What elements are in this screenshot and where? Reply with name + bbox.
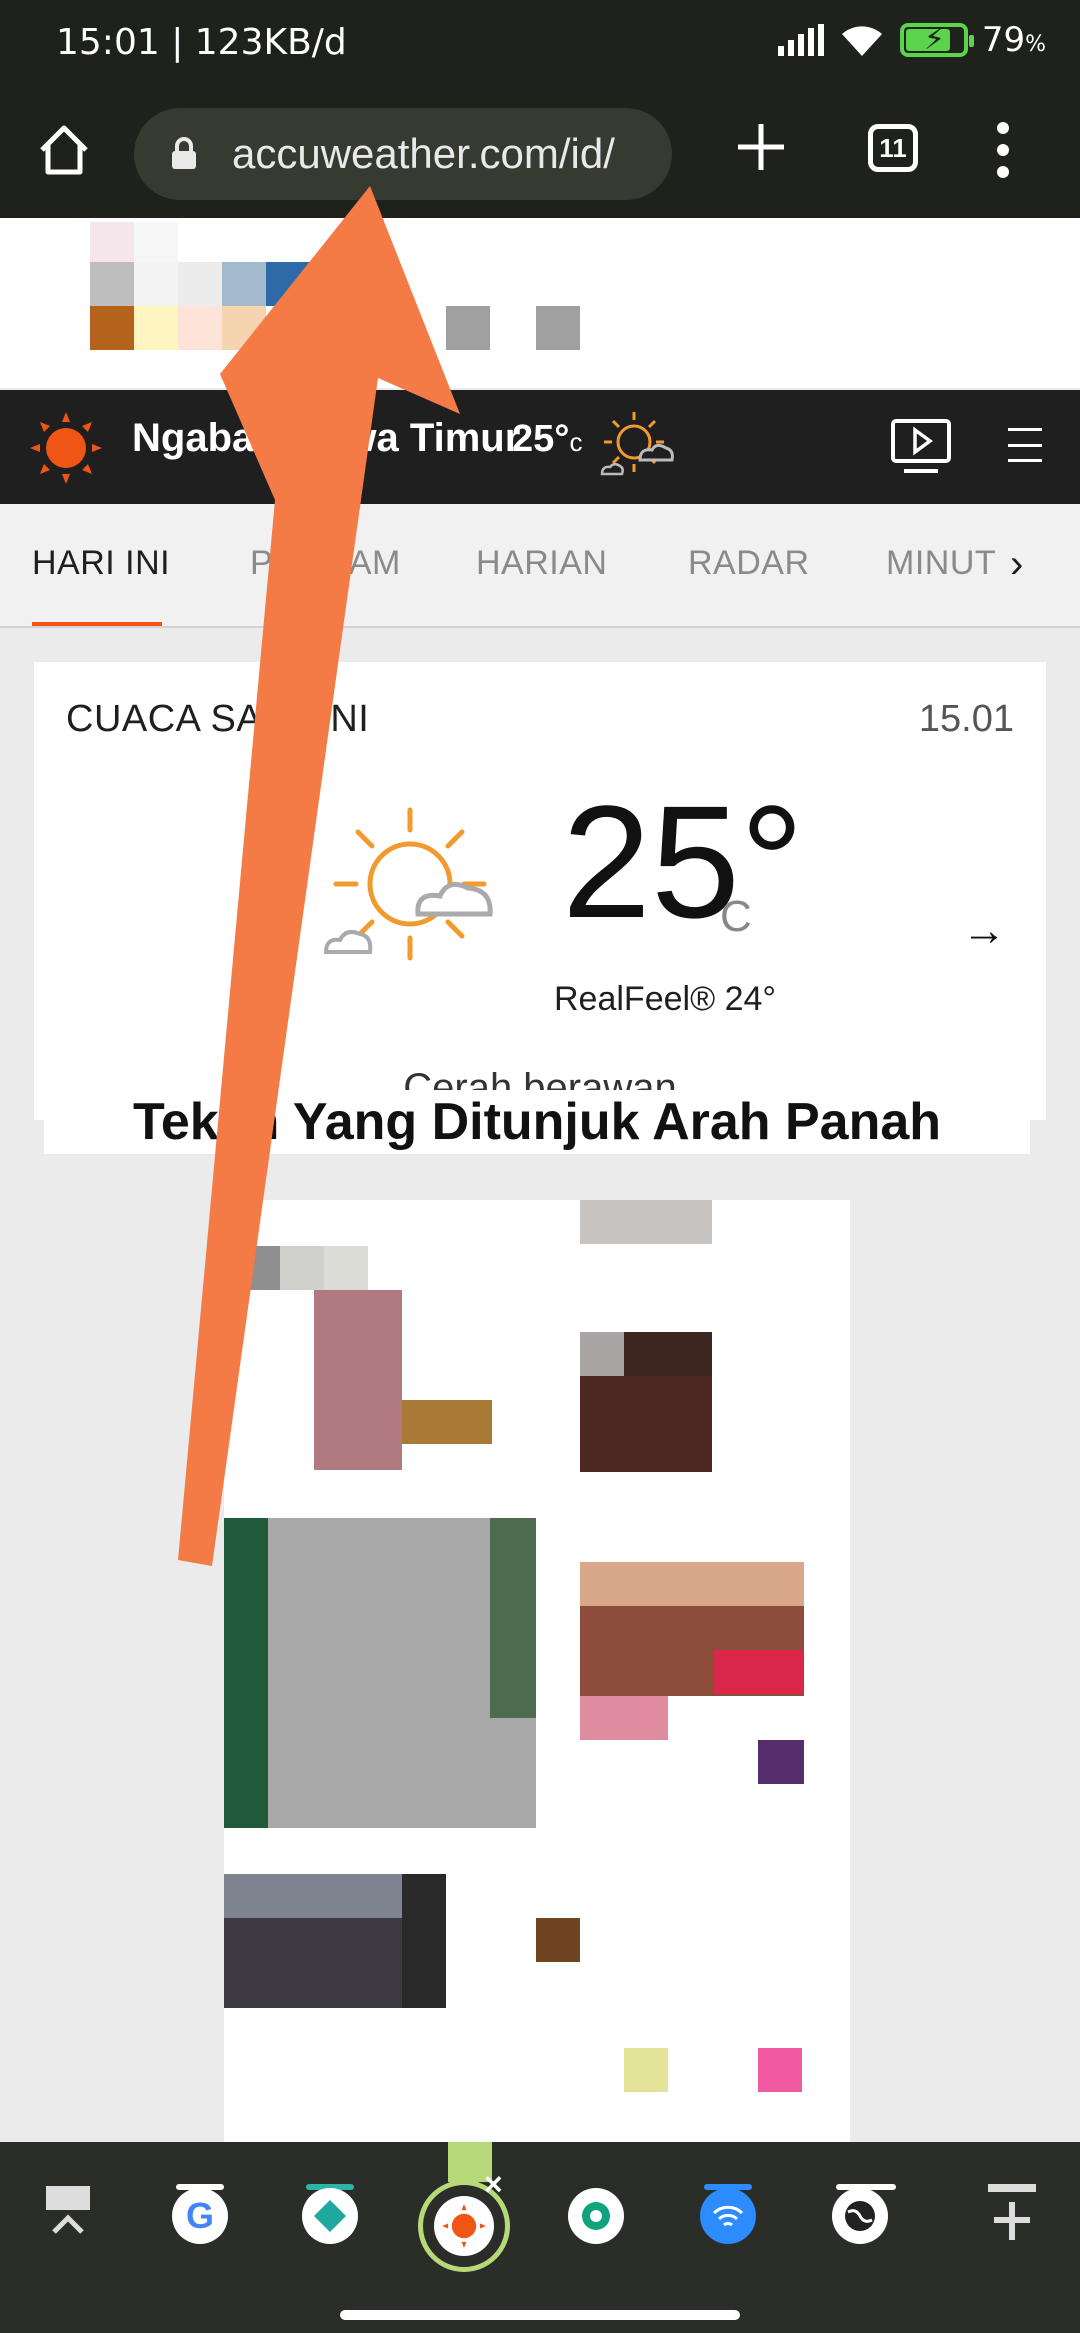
chatgpt-icon[interactable]	[568, 2188, 624, 2244]
ad-banner[interactable]	[0, 218, 1080, 388]
collapse-icon[interactable]	[38, 2182, 98, 2242]
address-bar[interactable]: accuweather.com/id/	[134, 108, 672, 200]
lock-icon	[172, 137, 196, 169]
instruction-caption: Tekan Yang Ditunjuk Arah Panah	[44, 1090, 1030, 1154]
battery-percent: 79	[981, 20, 1026, 60]
status-icons: ⚡ 79%	[777, 20, 1046, 60]
wifi-icon	[841, 26, 882, 56]
new-tab-icon[interactable]	[730, 116, 792, 178]
tab-hari-ini[interactable]: HARI INI	[32, 544, 170, 583]
forecast-tabs: HARI INI PER JAM HARIAN RADAR MINUTECAST…	[0, 504, 1080, 628]
app-diamond-icon[interactable]	[302, 2188, 358, 2244]
site-header: Ngabab, Jawa Timur 25°c	[0, 390, 1080, 504]
location-name[interactable]: Ngabab, Jawa Timur	[132, 416, 520, 461]
tab-minutecast[interactable]: MINUTECAST	[886, 544, 998, 583]
battery-icon: ⚡	[899, 23, 974, 57]
home-icon[interactable]	[36, 122, 92, 178]
wifi-app-icon[interactable]	[700, 2188, 756, 2244]
temp-unit: C	[720, 892, 752, 941]
realfeel: RealFeel® 24°	[554, 980, 776, 1019]
gesture-bar[interactable]	[340, 2310, 740, 2320]
url-text: accuweather.com/id/	[232, 130, 615, 177]
ad-content-grid[interactable]	[224, 1200, 850, 2146]
add-icon[interactable]	[982, 2182, 1042, 2244]
tab-per-jam[interactable]: PER JAM	[250, 544, 401, 583]
chevron-right-icon[interactable]: ›	[1010, 542, 1023, 587]
floating-taskbar: G ×	[0, 2142, 1080, 2333]
card-time: 15.01	[918, 698, 1014, 740]
arrow-right-icon[interactable]: →	[962, 906, 1006, 956]
status-time: 15:01 | 123KB/d	[56, 22, 347, 63]
video-icon[interactable]	[890, 418, 952, 474]
menu-icon[interactable]	[1008, 428, 1042, 462]
browser-toolbar: accuweather.com/id/ 11	[0, 84, 1080, 218]
browser-app-icon[interactable]	[832, 2188, 888, 2244]
tab-switcher-button[interactable]: 11	[868, 124, 918, 172]
status-bar: 15:01 | 123KB/d ⚡ 79%	[0, 0, 1080, 84]
realfeel-label: RealFeel®	[554, 980, 716, 1018]
realfeel-value: 24°	[724, 980, 776, 1018]
card-title: CUACA SAAT INI	[66, 698, 370, 740]
close-icon[interactable]: ×	[484, 2166, 503, 2203]
header-temp: 25°c	[512, 418, 583, 460]
accuweather-logo-icon[interactable]	[30, 412, 102, 484]
current-temp: 25°	[562, 772, 804, 951]
current-weather-card[interactable]: CUACA SAAT INI 15.01 25° C RealFeel® 24°…	[34, 662, 1046, 1120]
active-tab-indicator	[32, 622, 162, 626]
signal-icon	[777, 24, 824, 56]
partly-sunny-icon	[600, 412, 674, 476]
battery-percent-unit: %	[1025, 32, 1046, 57]
tab-harian[interactable]: HARIAN	[476, 544, 607, 583]
partly-sunny-icon	[323, 807, 493, 961]
more-menu-icon[interactable]	[996, 122, 1010, 178]
tab-radar[interactable]: RADAR	[688, 544, 810, 583]
google-icon[interactable]: G	[172, 2188, 228, 2244]
